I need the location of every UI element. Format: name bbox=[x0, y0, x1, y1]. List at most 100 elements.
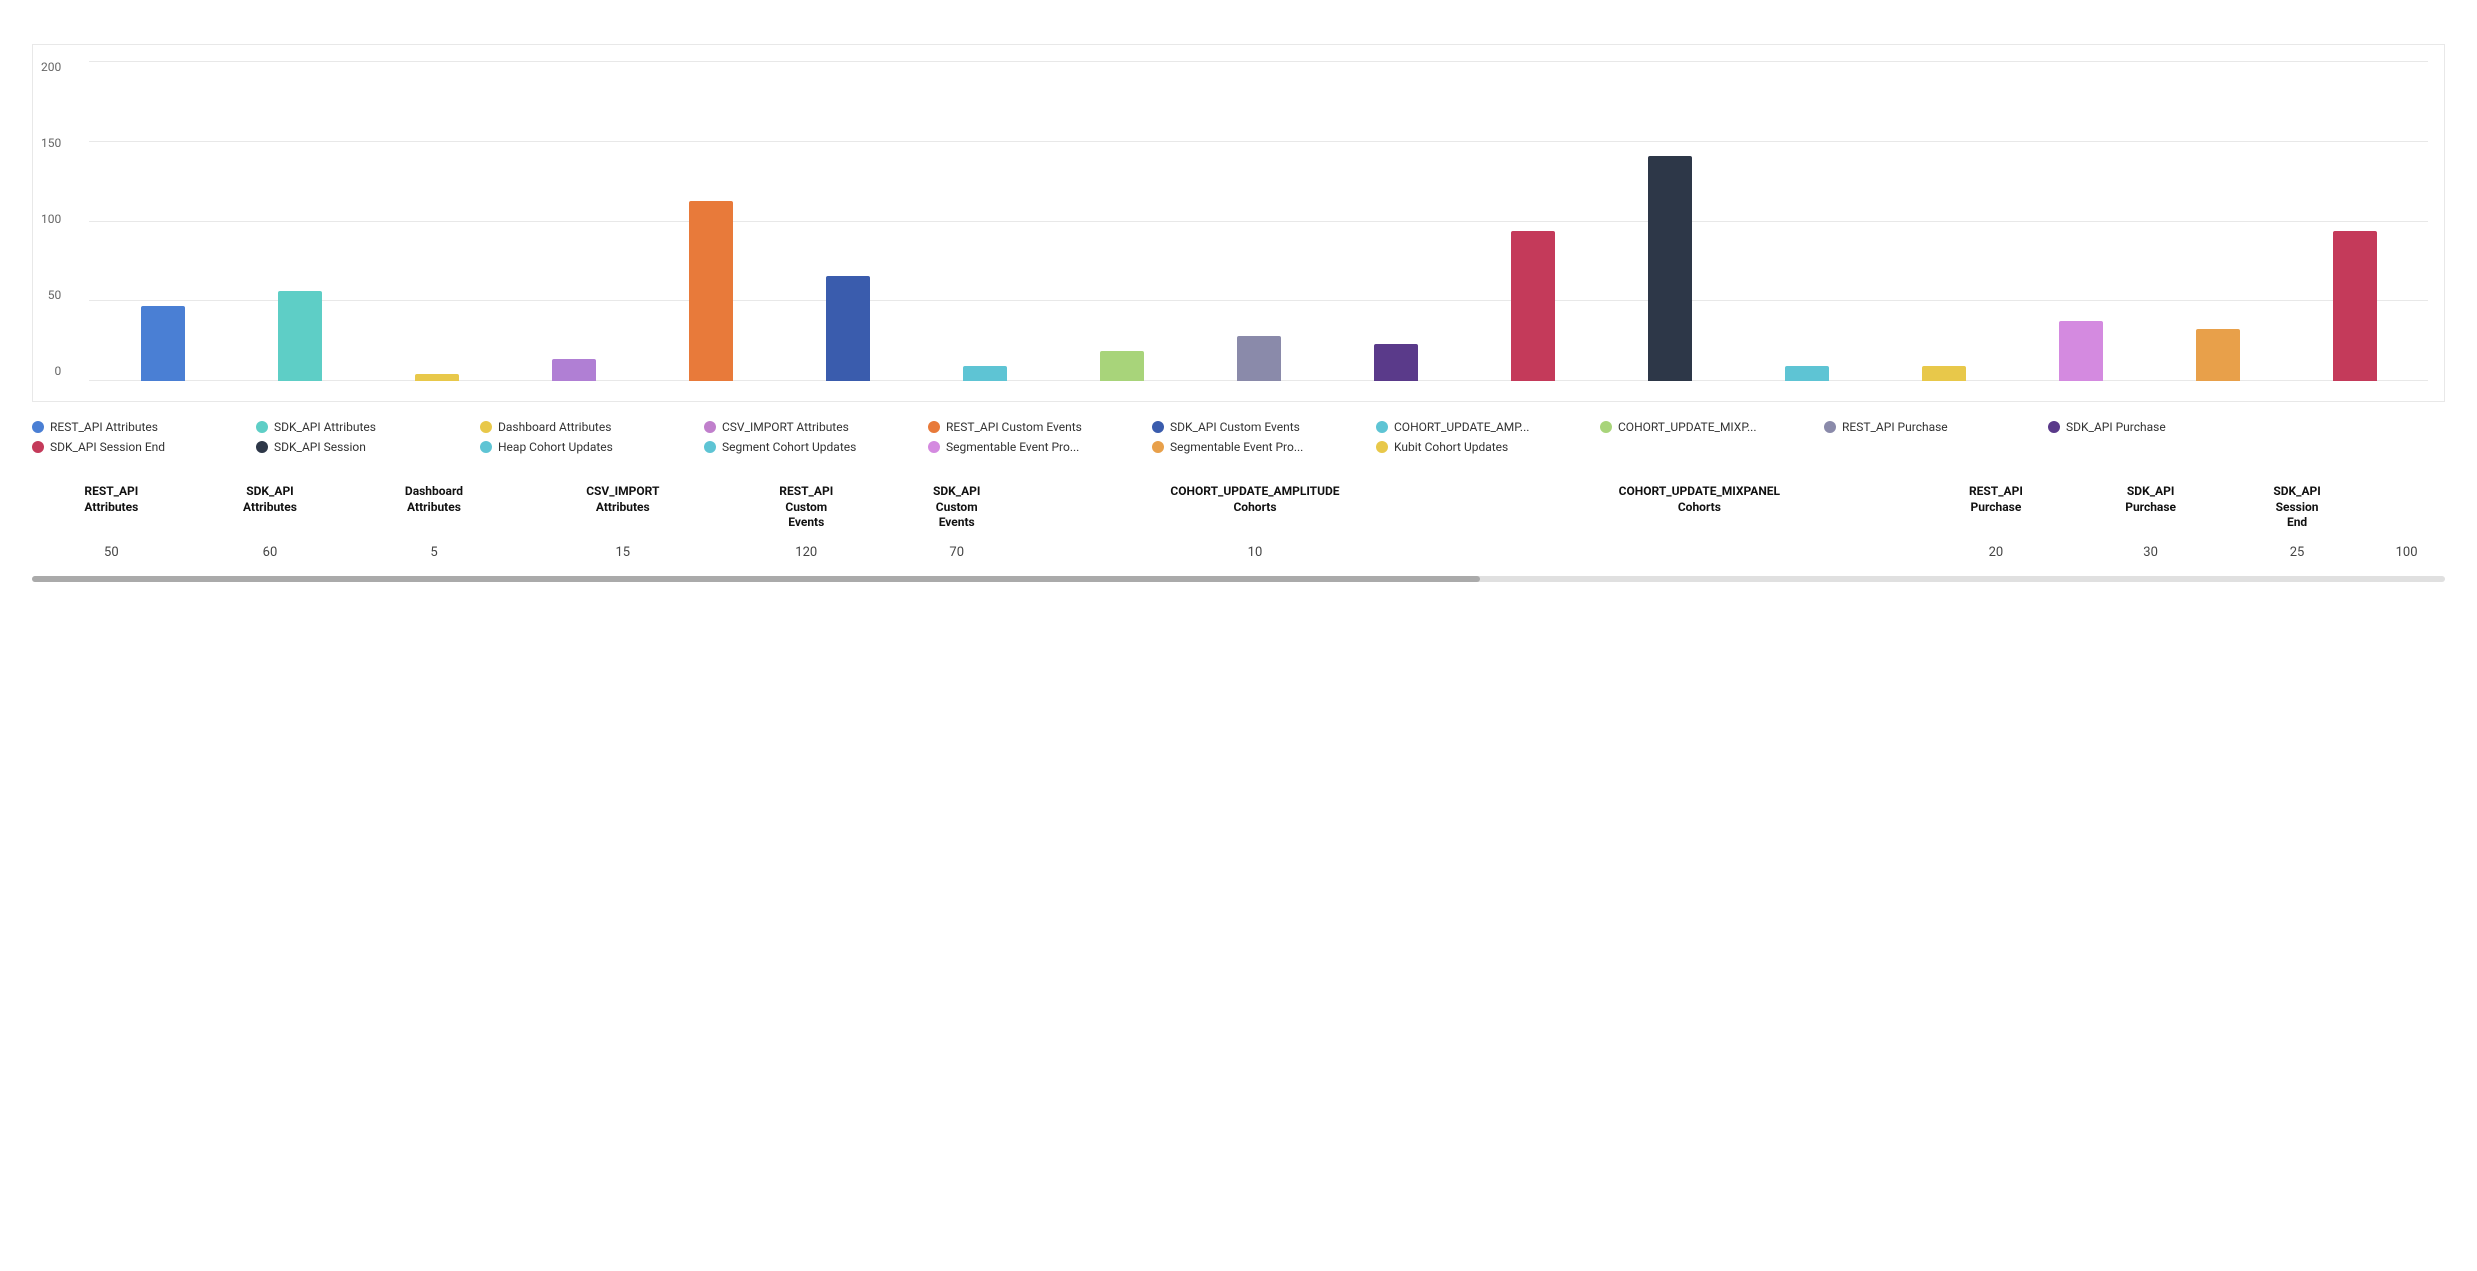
legend-label: REST_API Purchase bbox=[1842, 420, 1948, 434]
bar bbox=[826, 276, 870, 381]
table-col-value: 5 bbox=[349, 537, 518, 568]
legend-label: CSV_IMPORT Attributes bbox=[722, 420, 849, 434]
table-col-header: SDK_APICustomEvents bbox=[886, 478, 1028, 537]
table-col-header: REST_APIAttributes bbox=[32, 478, 191, 537]
table-col-value bbox=[1482, 537, 1916, 568]
legend-item: Segmentable Event Pro... bbox=[928, 440, 1128, 454]
bar bbox=[1785, 366, 1829, 381]
table-col-value: 20 bbox=[1917, 537, 2076, 568]
bar bbox=[552, 359, 596, 382]
legend-item: SDK_API Session bbox=[256, 440, 456, 454]
bar-group bbox=[97, 306, 228, 381]
legend-dot bbox=[480, 421, 492, 433]
legend-label: COHORT_UPDATE_AMP... bbox=[1394, 420, 1529, 434]
table-col-value: 30 bbox=[2075, 537, 2226, 568]
legend-label: SDK_API Purchase bbox=[2066, 420, 2166, 434]
legend-label: SDK_API Custom Events bbox=[1170, 420, 1300, 434]
table-col-value: 70 bbox=[886, 537, 1028, 568]
legend-dot bbox=[256, 441, 268, 453]
legend-label: Dashboard Attributes bbox=[498, 420, 611, 434]
legend-dot bbox=[256, 421, 268, 433]
legend-dot bbox=[1376, 421, 1388, 433]
bar-group bbox=[1330, 344, 1461, 382]
legend-item: Dashboard Attributes bbox=[480, 420, 680, 434]
bottom-data-table: REST_APIAttributesSDK_APIAttributesDashb… bbox=[32, 478, 2445, 568]
legend-dot bbox=[1152, 421, 1164, 433]
table-col-value: 60 bbox=[191, 537, 350, 568]
table-col-value: 120 bbox=[727, 537, 886, 568]
legend-item: SDK_API Session End bbox=[32, 440, 232, 454]
table-col-value: 100 bbox=[2368, 537, 2445, 568]
legend-label: Segmentable Event Pro... bbox=[946, 440, 1079, 454]
table-col-value: 50 bbox=[32, 537, 191, 568]
bar bbox=[1511, 231, 1555, 381]
bar-group bbox=[371, 374, 502, 382]
chart-area: 0 50 100 150 200 bbox=[89, 61, 2428, 381]
legend-label: REST_API Attributes bbox=[50, 420, 158, 434]
bar-group bbox=[1056, 351, 1187, 381]
table-col-header: SDK_APIAttributes bbox=[191, 478, 350, 537]
legend-dot bbox=[928, 421, 940, 433]
bar bbox=[689, 201, 733, 381]
legend-label: SDK_API Session End bbox=[50, 440, 165, 454]
legend-label: Kubit Cohort Updates bbox=[1394, 440, 1508, 454]
legend-dot bbox=[704, 421, 716, 433]
table-col-header: REST_APIPurchase bbox=[1917, 478, 2076, 537]
bar bbox=[2333, 231, 2377, 381]
bar-group bbox=[645, 201, 776, 381]
bar-group bbox=[1467, 231, 1598, 381]
legend-label: REST_API Custom Events bbox=[946, 420, 1082, 434]
bar-group bbox=[2289, 231, 2420, 381]
scrollbar-area[interactable] bbox=[32, 576, 2445, 582]
table-col-header: DashboardAttributes bbox=[349, 478, 518, 537]
legend-dot bbox=[480, 441, 492, 453]
bar-group bbox=[919, 366, 1050, 381]
legend-dot bbox=[1376, 441, 1388, 453]
table-col-header: SDK_APISessionEnd bbox=[2226, 478, 2368, 537]
bar-group bbox=[508, 359, 639, 382]
legend-label: SDK_API Session bbox=[274, 440, 366, 454]
table-col-value: 15 bbox=[519, 537, 727, 568]
legend-dot bbox=[928, 441, 940, 453]
legend-label: SDK_API Attributes bbox=[274, 420, 376, 434]
bar bbox=[963, 366, 1007, 381]
table-col-value: 25 bbox=[2226, 537, 2368, 568]
legend-dot bbox=[1152, 441, 1164, 453]
legend-dot bbox=[32, 421, 44, 433]
legend-item: REST_API Attributes bbox=[32, 420, 232, 434]
table-col-header: REST_APICustomEvents bbox=[727, 478, 886, 537]
legend-item: COHORT_UPDATE_AMP... bbox=[1376, 420, 1576, 434]
legend-item: Kubit Cohort Updates bbox=[1376, 440, 1576, 454]
legend-item: REST_API Purchase bbox=[1824, 420, 2024, 434]
legend-label: Segmentable Event Pro... bbox=[1170, 440, 1303, 454]
legend-item: Heap Cohort Updates bbox=[480, 440, 680, 454]
bar-group bbox=[1193, 336, 1324, 381]
table-col-value: 10 bbox=[1028, 537, 1482, 568]
legend-dot bbox=[1824, 421, 1836, 433]
legend-dot bbox=[704, 441, 716, 453]
legend-item: SDK_API Purchase bbox=[2048, 420, 2248, 434]
chart-container: 0 50 100 150 200 bbox=[32, 44, 2445, 402]
legend-item: COHORT_UPDATE_MIXP... bbox=[1600, 420, 1800, 434]
bar-group bbox=[1878, 366, 2009, 381]
bar-group bbox=[1741, 366, 1872, 381]
bar bbox=[141, 306, 185, 381]
bar-group bbox=[234, 291, 365, 381]
table-col-header: COHORT_UPDATE_MIXPANELCohorts bbox=[1482, 478, 1916, 537]
legend-dot bbox=[32, 441, 44, 453]
legend-label: Heap Cohort Updates bbox=[498, 440, 613, 454]
legend: REST_API Attributes SDK_API Attributes Das… bbox=[32, 420, 2445, 454]
bar bbox=[1237, 336, 1281, 381]
scrollbar-thumb bbox=[32, 576, 1480, 582]
legend-item: SDK_API Custom Events bbox=[1152, 420, 1352, 434]
legend-item: SDK_API Attributes bbox=[256, 420, 456, 434]
bar-group bbox=[1604, 156, 1735, 381]
bar-group bbox=[782, 276, 913, 381]
table-col-header: CSV_IMPORTAttributes bbox=[519, 478, 727, 537]
bar bbox=[278, 291, 322, 381]
legend-label: Segment Cohort Updates bbox=[722, 440, 856, 454]
bar bbox=[1374, 344, 1418, 382]
legend-dot bbox=[2048, 421, 2060, 433]
legend-dot bbox=[1600, 421, 1612, 433]
table-col-header: COHORT_UPDATE_AMPLITUDECohorts bbox=[1028, 478, 1482, 537]
